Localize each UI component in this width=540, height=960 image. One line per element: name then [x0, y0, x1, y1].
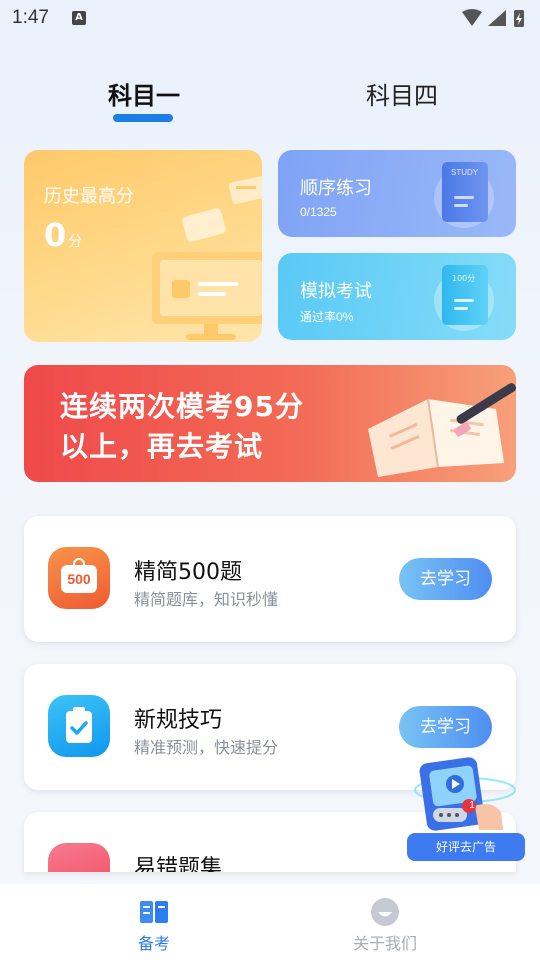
banner-line-1: 连续两次模考95分: [60, 390, 304, 423]
status-icons: [462, 9, 524, 27]
error-set-icon: [48, 843, 110, 872]
list-item-subtitle: 精简题库，知识秒懂: [134, 590, 279, 609]
nav-label-prepare: 备考: [137, 934, 170, 953]
nav-label-about-us: 关于我们: [352, 934, 417, 953]
500-questions-icon: 500: [48, 547, 110, 609]
study-book-label: STUDY: [451, 168, 479, 177]
order-practice-card[interactable]: 顺序练习 0/1325 STUDY: [278, 150, 516, 237]
mock-exam-title: 模拟考试: [300, 281, 372, 302]
smile-face-icon: [371, 898, 399, 926]
app-notification-icon: A: [72, 11, 86, 25]
mock-exam-pass-rate: 通过率0%: [300, 310, 354, 324]
computer-illustration-icon: [152, 176, 262, 340]
history-score-unit: 分: [68, 234, 83, 250]
exam-book-icon: 100分: [442, 265, 488, 325]
nav-item-about-us[interactable]: 关于我们: [325, 884, 445, 960]
ad-notification-badge: 1: [469, 800, 475, 811]
status-time: 1:47: [12, 7, 49, 28]
banner-text: 连续两次模考95分 以上，再去考试: [60, 387, 304, 467]
remove-ads-float-button[interactable]: 1 好评去广告: [405, 756, 527, 862]
list-item-500-questions[interactable]: 500 精简500题 精简题库，知识秒懂 去学习: [24, 516, 516, 642]
order-practice-title: 顺序练习: [300, 178, 372, 199]
signal-icon: [488, 10, 506, 26]
tab-subject-four[interactable]: 科目四: [366, 76, 438, 111]
bottom-navigation: 备考 关于我们: [0, 884, 540, 960]
order-practice-progress: 0/1325: [300, 205, 337, 219]
remove-ads-label: 好评去广告: [407, 833, 525, 861]
active-tab-indicator: [113, 114, 173, 122]
status-bar: 1:47 A: [0, 0, 540, 38]
history-high-score-card[interactable]: 历史最高分 0分: [24, 150, 262, 342]
list-item-title: 易错题集: [134, 856, 223, 872]
mock-exam-card[interactable]: 模拟考试 通过率0% 100分: [278, 253, 516, 340]
go-study-button[interactable]: 去学习: [399, 706, 492, 748]
banner-line-2: 以上，再去考试: [60, 430, 264, 463]
wifi-icon: [462, 9, 482, 26]
list-item-title: 新规技巧: [134, 708, 223, 733]
open-book-pen-icon: [368, 383, 516, 477]
exam-book-label: 100分: [452, 274, 476, 283]
500-badge: 500: [61, 565, 97, 593]
history-score: 0分: [44, 216, 82, 254]
go-study-button[interactable]: 去学习: [399, 558, 492, 600]
history-score-title: 历史最高分: [44, 186, 134, 207]
study-book-icon: STUDY: [442, 162, 488, 222]
exam-tip-banner[interactable]: 连续两次模考95分 以上，再去考试: [24, 365, 516, 482]
video-phone-icon: [414, 757, 516, 831]
tab-subject-one[interactable]: 科目一: [108, 76, 180, 111]
book-icon: [140, 901, 168, 923]
list-item-title: 精简500题: [134, 560, 242, 585]
history-score-value: 0: [44, 216, 67, 254]
list-item-subtitle: 精准预测，快速提分: [134, 738, 279, 757]
clipboard-check-icon: [48, 695, 110, 757]
nav-item-prepare[interactable]: 备考: [94, 884, 214, 960]
